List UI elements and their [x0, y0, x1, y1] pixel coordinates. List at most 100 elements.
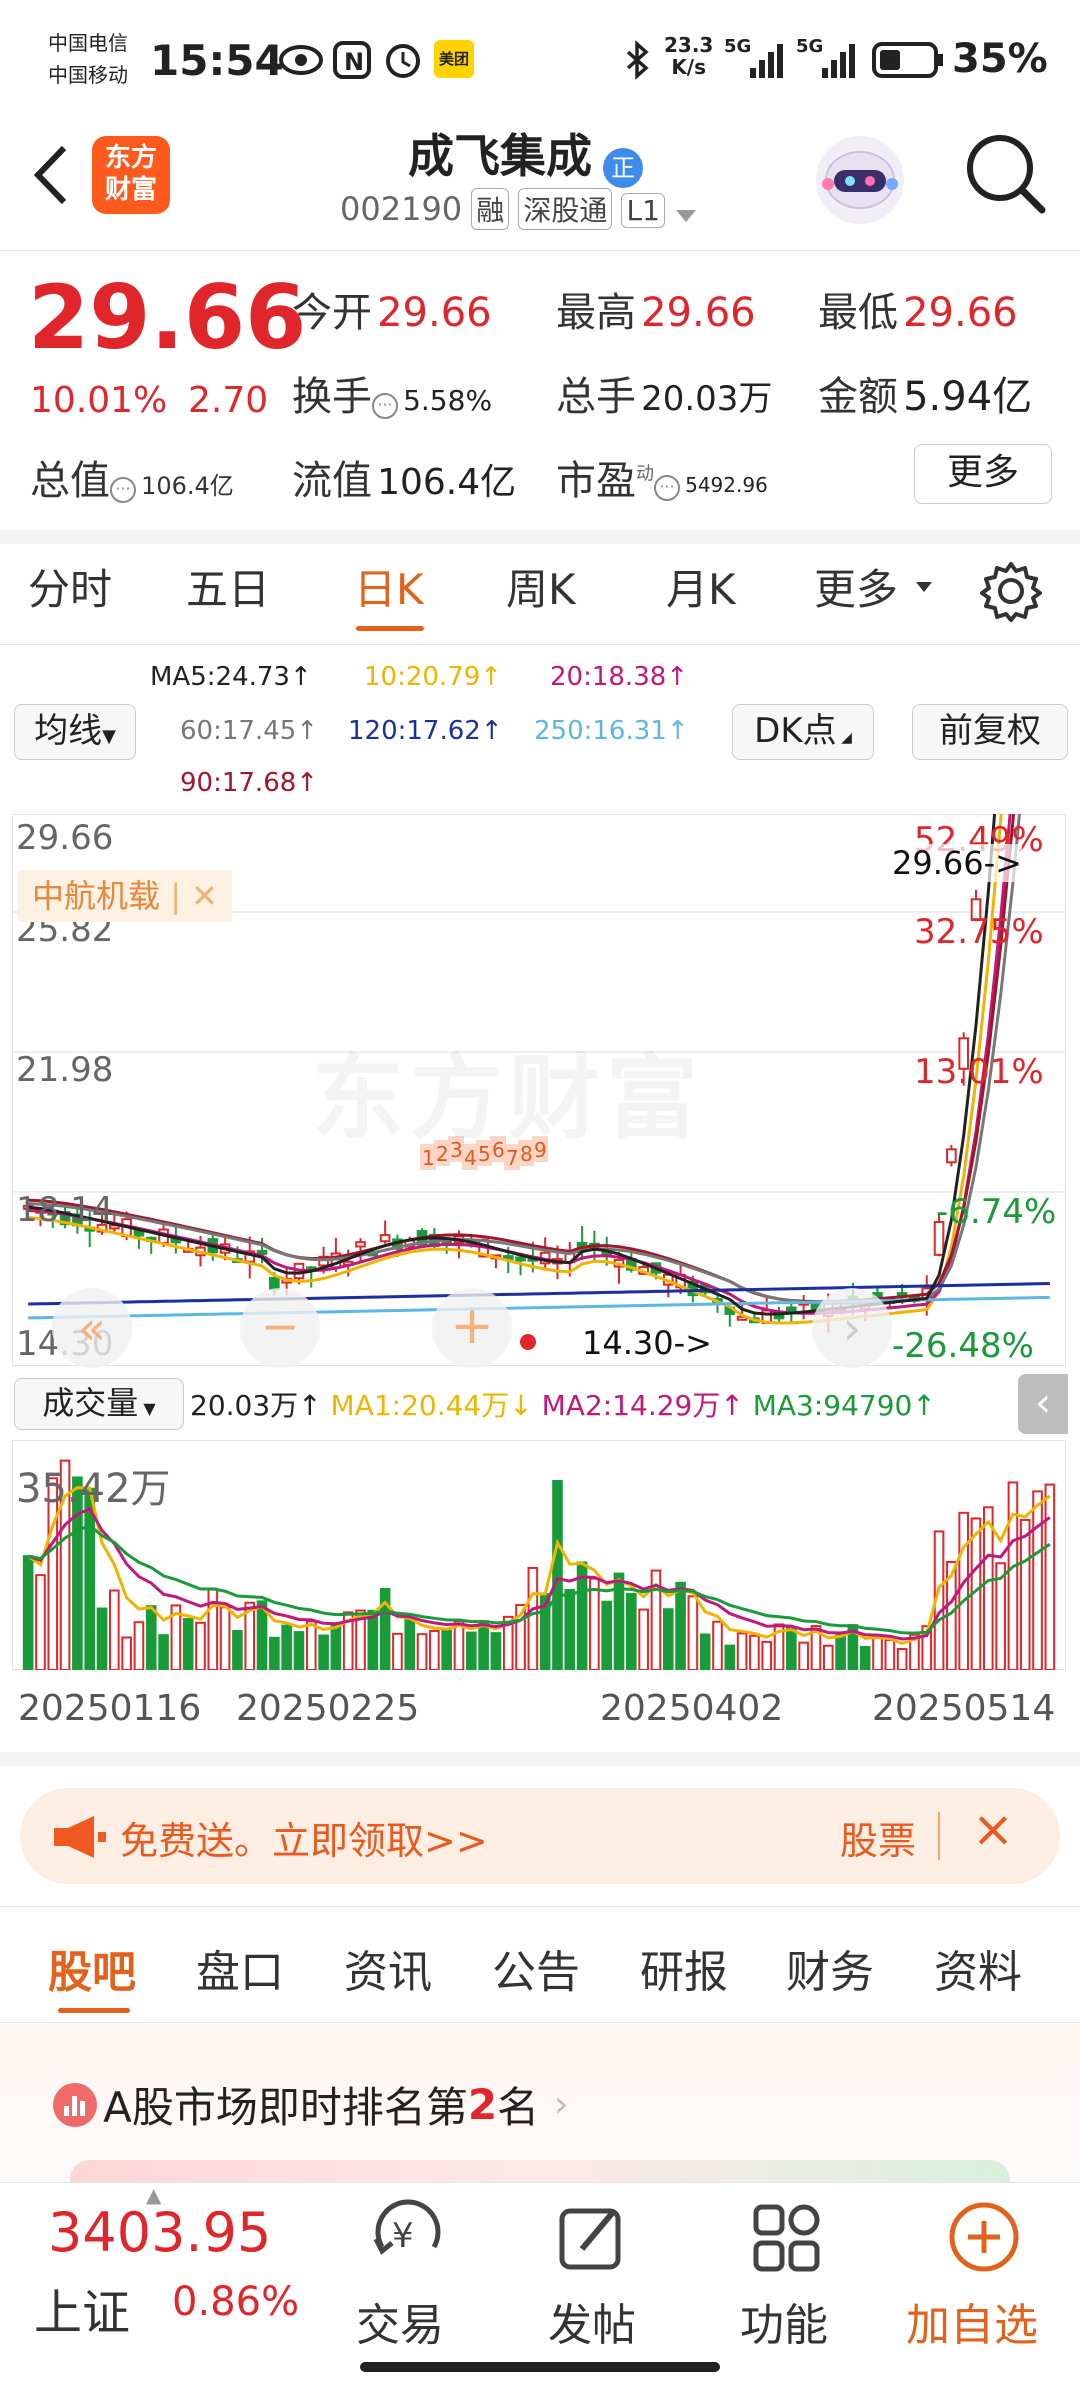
adjust-price-button[interactable]: 前复权 [912, 704, 1068, 760]
app-logo[interactable]: 东方 财富 [92, 136, 170, 214]
tab-more-dropdown-icon [916, 582, 932, 592]
volume-bar [429, 1629, 440, 1670]
tab-daily-k[interactable]: 日K [354, 556, 424, 617]
index-name[interactable]: 上证 [34, 2273, 130, 2343]
megaphone-icon [50, 1812, 110, 1866]
ma10-label: 10:20.79↑ [364, 662, 503, 692]
volume-selector[interactable]: 成交量 ▼ [14, 1378, 184, 1430]
ma5-label: MA5:24.73↑ [150, 662, 312, 692]
add-watchlist-button[interactable]: 加自选 [906, 2289, 1038, 2353]
volume-bar [145, 1605, 157, 1670]
volume-bar [269, 1636, 280, 1670]
post-button[interactable]: 发帖 [548, 2289, 636, 2353]
candlestick [355, 1238, 366, 1261]
status-bar: 中国电信 中国移动 15:54 N 美团 23.3 K/s 5G 5G 35% [0, 0, 1080, 120]
ranking-row[interactable]: A股市场即时排名第2名 › [52, 2074, 569, 2135]
volume-ma-line [27, 1506, 1051, 1641]
ad-right-text: 股票 [840, 1819, 917, 1863]
search-button[interactable] [960, 128, 1050, 222]
robot-avatar[interactable] [810, 128, 910, 228]
volume-bar [675, 1581, 686, 1670]
tab-weekly-k[interactable]: 周K [506, 556, 576, 617]
ad-close-icon[interactable]: × [972, 1800, 1014, 1858]
volume-bar [404, 1618, 416, 1670]
volume-ma-line [27, 1523, 1051, 1635]
gear-icon [980, 562, 1042, 622]
tab-news[interactable]: 资讯 [344, 1936, 432, 2000]
tab-announcements[interactable]: 公告 [492, 1936, 580, 2000]
record-dot [520, 1334, 536, 1350]
ad-banner[interactable]: 免费送。立即领取>> 股票 × [20, 1788, 1060, 1884]
battery-level: 35% [952, 36, 1048, 82]
volume-bar [22, 1555, 34, 1670]
info-icon: ··· [110, 476, 136, 503]
volume-bar [749, 1634, 760, 1670]
high-marker: 29.66-> [892, 844, 1022, 882]
tab-intraday[interactable]: 分时 [28, 556, 112, 617]
volume-bar [835, 1633, 846, 1670]
volume-bar [564, 1589, 576, 1670]
grid-icon [748, 2197, 828, 2281]
tab-five-day[interactable]: 五日 [186, 556, 270, 617]
pct-label-2: 32.75% [914, 912, 1044, 952]
chevron-left-icon [33, 145, 67, 205]
chevron-right-icon: › [554, 2084, 569, 2125]
scroll-right-button[interactable]: › [812, 1288, 892, 1368]
volume-bar [416, 1633, 428, 1670]
collapse-panel-button[interactable]: ‹ [1018, 1374, 1068, 1434]
volume-bar [219, 1606, 231, 1670]
pct-label-5: -26.48% [892, 1326, 1034, 1366]
volume-bar [182, 1618, 194, 1670]
zoom-out-button[interactable]: − [240, 1288, 320, 1368]
stock-code-row[interactable]: 002190 融 深股通 L1 [340, 188, 696, 230]
more-quote-button[interactable]: 更多 [914, 444, 1052, 504]
zoom-in-button[interactable]: + [432, 1288, 512, 1368]
quote-turnover: 换手 ··· 5.58% [292, 374, 493, 420]
tab-research[interactable]: 研报 [640, 1936, 728, 2000]
quote-amount: 金额 5.94亿 [818, 374, 1033, 420]
carrier-2: 中国移动 [48, 63, 128, 87]
tab-finance[interactable]: 财务 [786, 1936, 874, 2000]
plus-circle-icon [944, 2197, 1024, 2281]
ma-selector[interactable]: 均线▼ [14, 704, 136, 760]
tab-forum[interactable]: 股吧 [48, 1936, 136, 2000]
volume-bar [35, 1574, 46, 1670]
quote-float-cap: 流值 106.4亿 [292, 458, 517, 504]
index-value[interactable]: 3403.95 [48, 2201, 271, 2264]
tab-monthly-k[interactable]: 月K [666, 556, 736, 617]
trade-icon: ¥ [362, 2197, 452, 2281]
volume-bar [367, 1609, 379, 1670]
volume-bar [305, 1620, 317, 1670]
tab-orderbook[interactable]: 盘口 [196, 1936, 284, 2000]
chart-settings-button[interactable] [980, 560, 1042, 626]
concept-tag[interactable]: 中航机载 | ✕ [18, 870, 232, 922]
scroll-left-button[interactable]: « [52, 1288, 132, 1368]
info-icon: ··· [654, 474, 680, 501]
volume-bar [626, 1592, 637, 1670]
ma90-label: 90:17.68↑ [180, 768, 319, 798]
tab-more[interactable]: 更多 [814, 556, 898, 617]
bar-chart-icon [53, 2082, 97, 2127]
volume-bar [724, 1644, 736, 1670]
kline-chart[interactable]: 123456789 东方财富 29.66 25.82 21.98 18.14 1… [12, 814, 1066, 1368]
volume-bar [281, 1624, 292, 1670]
volume-bar [121, 1636, 132, 1670]
function-button[interactable]: 功能 [740, 2289, 828, 2353]
low-marker: 14.30-> [582, 1324, 712, 1362]
signal-2-icon: 5G [796, 34, 860, 84]
volume-ma1: MA1:20.44万↓ [330, 1389, 533, 1422]
tab-profile[interactable]: 资料 [934, 1936, 1022, 2000]
volume-bar [712, 1620, 723, 1670]
volume-bar [552, 1480, 563, 1670]
search-icon [967, 135, 1046, 214]
current-price: 29.66 [28, 266, 307, 369]
volume-bar [638, 1608, 649, 1670]
ad-text: 免费送。立即领取>> [120, 1819, 488, 1863]
volume-bar [601, 1600, 613, 1670]
trade-button[interactable]: 交易 [356, 2289, 444, 2353]
volume-bar [109, 1589, 120, 1670]
date-label-2: 20250225 [236, 1688, 420, 1729]
volume-bar [872, 1635, 883, 1670]
back-button[interactable] [20, 140, 80, 214]
dk-point-button[interactable]: DK点 ◢ [732, 704, 874, 760]
